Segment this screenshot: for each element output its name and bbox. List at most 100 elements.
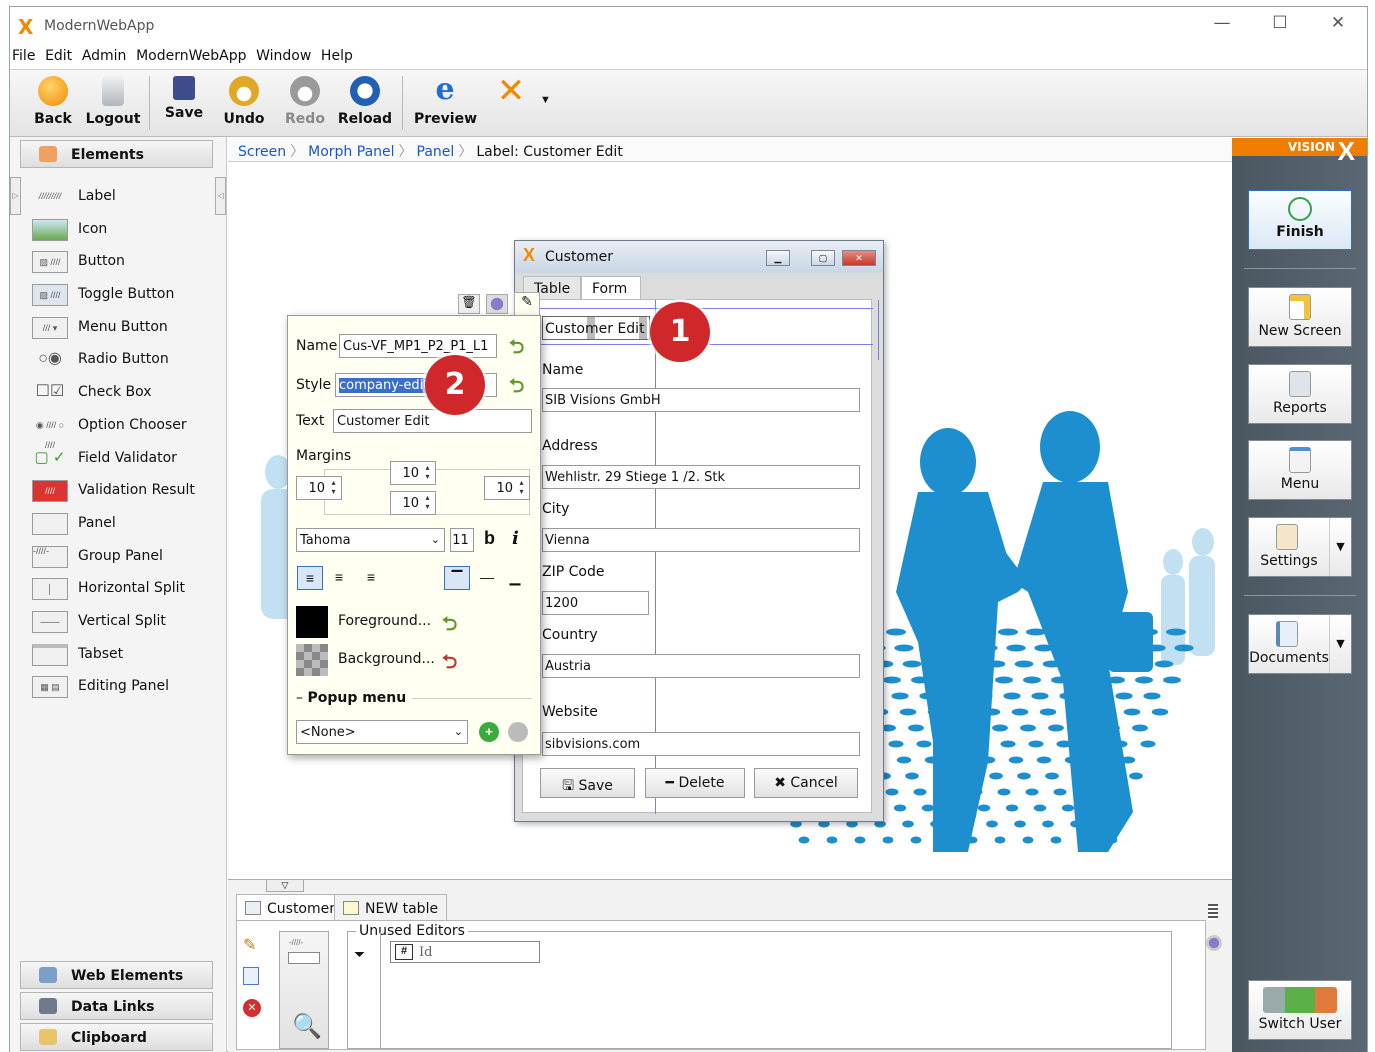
valign-middle-icon[interactable]: — xyxy=(474,566,500,590)
name-field[interactable]: SIB Visions GmbH xyxy=(542,388,860,412)
undo-button[interactable]: Undo xyxy=(213,76,275,127)
palette-horizontal-split[interactable]: │ Horizontal Split xyxy=(30,574,220,607)
palette-vertical-split[interactable]: ─── Vertical Split xyxy=(30,607,220,640)
collapse-left-handle[interactable]: ▷ xyxy=(10,177,21,215)
font-size-field[interactable]: 11 xyxy=(450,528,474,552)
palette-check-box[interactable]: ☐☑ Check Box xyxy=(30,378,220,411)
remove-popup-menu-icon[interactable] xyxy=(508,722,528,742)
palette-validation-result[interactable]: ////Validation Result xyxy=(30,476,220,509)
breadcrumb-screen[interactable]: Screen xyxy=(238,144,286,160)
margin-bottom-spinner[interactable]: 10 xyxy=(390,491,436,515)
minimize-button[interactable]: — xyxy=(1202,13,1242,33)
bold-toggle[interactable]: b xyxy=(484,528,495,549)
data-links-header[interactable]: Data Links xyxy=(20,992,213,1020)
reset-foreground-icon[interactable]: ⮌ xyxy=(442,610,457,642)
reset-background-icon[interactable]: ⮌ xyxy=(442,648,457,680)
filter-icon[interactable]: ⏷ xyxy=(354,946,365,963)
address-field[interactable]: Wehlistr. 29 Stiege 1 /2. Stk xyxy=(542,465,860,489)
popup-menu-select[interactable]: <None> ⌄ xyxy=(296,720,468,744)
palette-radio-button[interactable]: ○◉ Radio Button xyxy=(30,345,220,378)
delete-circle-icon[interactable]: ✕ xyxy=(243,999,261,1017)
website-field[interactable]: sibvisions.com xyxy=(542,732,860,756)
palette-button[interactable]: ▨ ////Button xyxy=(30,247,220,280)
preview-button[interactable]: e Preview xyxy=(414,75,477,128)
city-field[interactable]: Vienna xyxy=(542,528,860,552)
palette-panel[interactable]: Panel xyxy=(30,509,220,542)
add-popup-menu-icon[interactable]: + xyxy=(479,722,499,742)
reload-button[interactable]: Reload xyxy=(334,76,396,127)
text-editor-icon[interactable] xyxy=(288,952,320,964)
delete-button[interactable]: ━ Delete xyxy=(645,768,745,798)
magnifier-icon[interactable]: 🔍 xyxy=(292,1012,322,1041)
menu-file[interactable]: File xyxy=(10,45,39,64)
back-button[interactable]: Back xyxy=(22,76,84,127)
customer-minimize-button[interactable]: ▁ xyxy=(766,250,790,266)
menu-button[interactable]: Menu xyxy=(1248,440,1352,500)
margin-left-spinner[interactable]: 10 xyxy=(296,476,342,500)
tab-customer[interactable]: Customer xyxy=(236,894,345,920)
switch-user-button[interactable]: Switch User xyxy=(1248,980,1352,1040)
web-elements-header[interactable]: Web Elements xyxy=(20,961,213,989)
country-field[interactable]: Austria xyxy=(542,654,860,678)
clipboard-header[interactable]: Clipboard xyxy=(20,1023,213,1051)
palette-icon[interactable]: Icon xyxy=(30,215,220,248)
palette-menu-button[interactable]: /// ▾ Menu Button xyxy=(30,313,220,346)
palette-editing-panel[interactable]: ▦ ▤ Editing Panel xyxy=(30,672,220,705)
layers-icon[interactable] xyxy=(1206,935,1222,951)
tab-new-table[interactable]: NEW table xyxy=(334,894,448,920)
prop-name-field[interactable]: Cus-VF_MP1_P2_P1_L1 xyxy=(339,334,497,358)
zip-code-field[interactable]: 1200 xyxy=(542,591,649,615)
menu-admin[interactable]: Admin xyxy=(80,45,131,64)
visionx-menu-button[interactable]: ✕ xyxy=(480,74,542,111)
prop-text-field[interactable]: Customer Edit xyxy=(333,409,532,433)
details-icon[interactable] xyxy=(243,967,259,985)
font-family-select[interactable]: Tahoma ⌄ xyxy=(296,528,445,552)
menu-help[interactable]: Help xyxy=(319,45,357,64)
edit-pencil-icon[interactable]: ✎ xyxy=(243,935,256,955)
reset-name-icon[interactable]: ⮌ xyxy=(509,333,524,365)
margin-top-spinner[interactable]: 10 xyxy=(390,461,436,485)
valign-bottom-icon[interactable]: ▁ xyxy=(502,566,528,590)
foreground-button[interactable]: Foreground... xyxy=(338,613,431,629)
palette-toggle-button[interactable]: ▨ ////Toggle Button xyxy=(30,280,220,313)
documents-button[interactable]: Documents ▼ xyxy=(1248,614,1352,674)
align-left-icon[interactable]: ≡ xyxy=(297,566,323,590)
cancel-button[interactable]: ✖ Cancel xyxy=(754,768,858,798)
pencil-icon[interactable]: ✎ xyxy=(514,292,540,316)
save-form-button[interactable]: 🖫 Save xyxy=(540,768,635,798)
trash-icon[interactable]: 🗑 xyxy=(458,294,480,314)
redo-button[interactable]: Redo xyxy=(274,76,336,127)
settings-dropdown-icon[interactable]: ▼ xyxy=(1329,518,1351,576)
reports-button[interactable]: Reports xyxy=(1248,364,1352,424)
settings-button[interactable]: Settings ▼ xyxy=(1248,517,1352,577)
save-button[interactable]: Save xyxy=(153,76,215,121)
align-right-icon[interactable]: ≡ xyxy=(358,566,384,590)
italic-toggle[interactable]: i xyxy=(512,528,519,549)
valign-top-icon[interactable]: ▔ xyxy=(444,566,470,590)
palette-label[interactable]: /////////Label xyxy=(30,182,220,215)
close-button[interactable]: ✕ xyxy=(1318,13,1358,33)
layer-icon[interactable] xyxy=(486,294,508,314)
maximize-button[interactable]: ☐ xyxy=(1260,13,1300,33)
palette-tabset[interactable]: Tabset xyxy=(30,640,220,673)
background-color-swatch[interactable] xyxy=(296,644,328,676)
breadcrumb-panel[interactable]: Panel xyxy=(417,144,455,160)
new-screen-button[interactable]: New Screen xyxy=(1248,287,1352,347)
foreground-color-swatch[interactable] xyxy=(296,606,328,638)
documents-dropdown-icon[interactable]: ▼ xyxy=(1329,615,1351,673)
customer-edit-label[interactable]: Customer Edit xyxy=(542,316,650,340)
finish-button[interactable]: Finish xyxy=(1248,190,1352,250)
columns-icon[interactable] xyxy=(1208,904,1218,920)
background-button[interactable]: Background... xyxy=(338,651,435,667)
label-editor-icon[interactable]: -////- xyxy=(289,938,303,947)
id-editor-field[interactable]: # Id xyxy=(390,941,540,963)
margin-right-spinner[interactable]: 10 xyxy=(484,476,530,500)
elements-header[interactable]: Elements xyxy=(20,140,213,168)
customer-maximize-button[interactable]: ▢ xyxy=(811,250,835,266)
customer-window-titlebar[interactable]: X Customer ▁ ▢ ✕ xyxy=(515,241,883,273)
customer-close-button[interactable]: ✕ xyxy=(842,250,876,266)
chevron-down-icon[interactable]: ▼ xyxy=(540,94,551,106)
align-center-icon[interactable]: ≡ xyxy=(326,566,352,590)
palette-group-panel[interactable]: -////- Group Panel xyxy=(30,542,220,575)
breadcrumb-morph-panel[interactable]: Morph Panel xyxy=(308,144,394,160)
